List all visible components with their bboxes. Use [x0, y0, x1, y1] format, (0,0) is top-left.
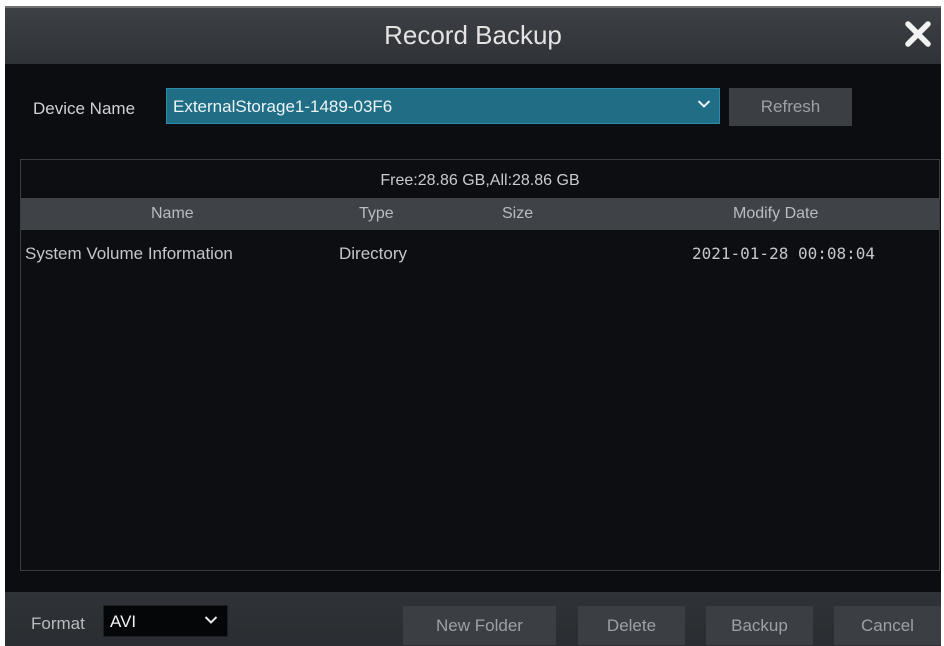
backup-button[interactable]: Backup — [706, 606, 813, 645]
close-button[interactable] — [901, 17, 935, 51]
close-icon — [905, 21, 931, 47]
dialog-title: Record Backup — [384, 20, 562, 50]
column-header-name[interactable]: Name — [151, 205, 194, 223]
delete-button[interactable]: Delete — [578, 606, 685, 645]
storage-space-info: Free:28.86 GB,All:28.86 GB — [380, 172, 580, 189]
column-header-size[interactable]: Size — [502, 205, 533, 223]
table-header: Name Type Size Modify Date — [21, 198, 939, 230]
row-modify-date: 2021-01-28 00:08:04 — [692, 244, 876, 263]
device-name-dropdown[interactable]: ExternalStorage1-1489-03F6 — [166, 88, 720, 124]
chevron-down-icon — [697, 100, 711, 108]
title-bar: Record Backup — [5, 8, 941, 64]
table-row[interactable]: System Volume Information Directory 2021… — [21, 236, 939, 268]
record-backup-dialog: Record Backup Device Name ExternalStorag… — [5, 6, 941, 646]
column-header-type[interactable]: Type — [359, 205, 394, 223]
format-value: AVI — [110, 612, 137, 631]
row-type: Directory — [339, 244, 408, 263]
file-list-panel: Free:28.86 GB,All:28.86 GB Name Type Siz… — [20, 159, 940, 571]
chevron-down-icon — [204, 616, 218, 624]
format-dropdown[interactable]: AVI — [103, 605, 228, 637]
cancel-button[interactable]: Cancel — [834, 606, 941, 645]
row-name: System Volume Information — [25, 244, 233, 263]
column-header-modify-date[interactable]: Modify Date — [733, 205, 818, 223]
new-folder-button[interactable]: New Folder — [403, 606, 556, 645]
device-name-label: Device Name — [33, 99, 136, 118]
format-label: Format — [31, 614, 85, 633]
refresh-button[interactable]: Refresh — [729, 88, 852, 126]
bottom-bar: Format AVI New Folder Delete Backup Canc… — [5, 592, 941, 646]
device-name-value: ExternalStorage1-1489-03F6 — [173, 97, 393, 116]
